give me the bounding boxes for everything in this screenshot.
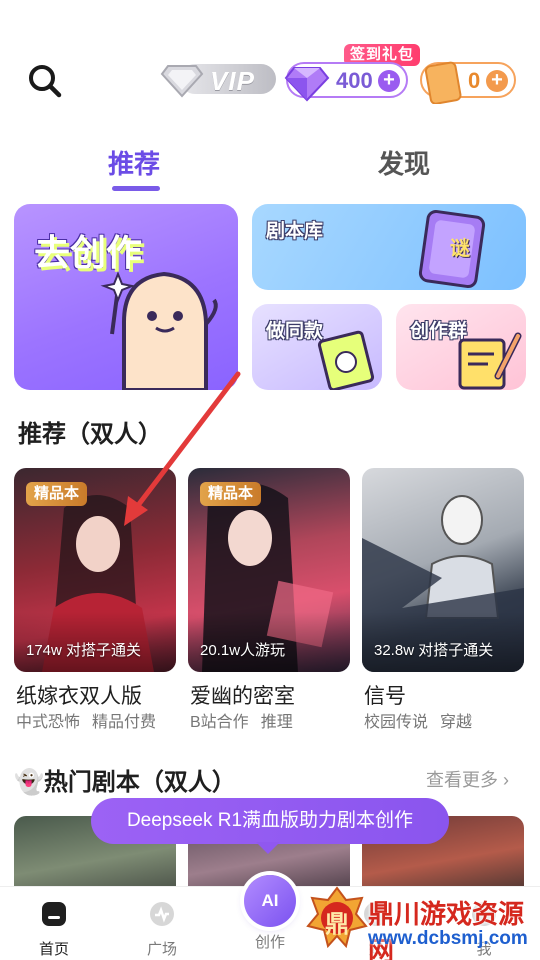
play-count: 174w 对搭子通关 — [26, 642, 142, 659]
game-title[interactable]: 纸嫁衣双人版 — [16, 680, 142, 710]
stamp-icon — [317, 330, 375, 390]
add-gems-icon[interactable]: + — [378, 70, 400, 92]
create-group-card[interactable]: 创作群 — [396, 304, 526, 390]
nav-create-label: 创作 — [254, 934, 285, 951]
tab-recommend[interactable]: 推荐 — [108, 144, 160, 181]
game-card[interactable]: 精品本 174w 对搭子通关 — [14, 468, 176, 672]
home-icon — [42, 902, 66, 926]
hot-section-title: 👻热门剧本（双人） — [14, 769, 236, 796]
nav-square-label: 广场 — [146, 941, 177, 958]
script-library-card[interactable]: 剧本库 谜 — [252, 204, 526, 290]
ghost-mascot-icon — [100, 271, 218, 390]
same-style-card[interactable]: 做同款 — [252, 304, 382, 390]
ticket-balance[interactable]: 0 + — [420, 61, 516, 104]
vip-diamond-icon — [160, 65, 204, 98]
gem-balance[interactable]: 400 + — [284, 62, 408, 102]
game-tags: 校园传说 穿越 — [364, 708, 484, 732]
nav-home[interactable]: 首页 — [14, 899, 94, 959]
top-bar: VIP 签到礼包 400 + 0 + 推荐 发现 — [0, 0, 540, 200]
tag: 校园传说 — [364, 714, 429, 731]
game-card[interactable]: 32.8w 对搭子通关 — [362, 468, 524, 672]
tooltip-tail — [256, 842, 280, 854]
tag: B站合作 — [190, 714, 249, 731]
vip-entry[interactable]: VIP — [160, 60, 276, 98]
game-title[interactable]: 爱幽的密室 — [190, 680, 295, 710]
play-count: 32.8w 对搭子通关 — [374, 642, 494, 659]
gem-icon — [284, 67, 330, 102]
nav-create[interactable]: AI 创作 — [230, 875, 310, 952]
active-tab-indicator — [112, 186, 160, 191]
recommend-section-title: 推荐（双人） — [18, 421, 162, 448]
tag: 推理 — [260, 714, 293, 731]
vip-label: VIP — [210, 66, 255, 96]
gem-count: 400 — [336, 68, 373, 93]
square-icon — [150, 902, 174, 926]
notebook-pen-icon — [458, 332, 522, 390]
game-tags: B站合作 推理 — [190, 708, 305, 732]
book-sticker-label: 谜 — [450, 238, 470, 260]
premium-badge: 精品本 — [26, 482, 88, 506]
nav-square[interactable]: 广场 — [122, 899, 202, 959]
watermark-title: 鼎川游戏资源网 — [368, 899, 525, 960]
add-tickets-icon[interactable]: + — [486, 70, 508, 92]
ticket-count: 0 — [468, 68, 481, 93]
game-tags: 中式恐怖 精品付费 — [16, 708, 168, 732]
nav-home-label: 首页 — [38, 941, 69, 958]
create-card[interactable]: 去创作 — [14, 204, 238, 390]
play-count: 20.1w人游玩 — [200, 642, 286, 659]
ai-create-icon: AI — [244, 875, 296, 927]
watermark-url: www.dcbsmj.com — [368, 928, 528, 949]
ticket-icon — [424, 61, 462, 104]
tag: 中式恐怖 — [16, 714, 81, 731]
game-card[interactable]: 精品本 20.1w人游玩 — [188, 468, 350, 672]
see-more-link[interactable]: 查看更多 › — [426, 766, 509, 792]
tag: 穿越 — [440, 714, 473, 731]
premium-badge: 精品本 — [200, 482, 262, 506]
site-watermark: 鼎 鼎川游戏资源网 www.dcbsmj.com — [306, 884, 536, 960]
game-title[interactable]: 信号 — [364, 680, 406, 710]
tag: 精品付费 — [92, 714, 157, 731]
script-library-label: 剧本库 — [266, 221, 324, 242]
watermark-logo-char: 鼎 — [325, 911, 349, 938]
search-icon[interactable] — [26, 62, 64, 100]
deepseek-tooltip[interactable]: Deepseek R1满血版助力剧本创作 — [91, 798, 449, 844]
tab-discover[interactable]: 发现 — [378, 144, 430, 181]
